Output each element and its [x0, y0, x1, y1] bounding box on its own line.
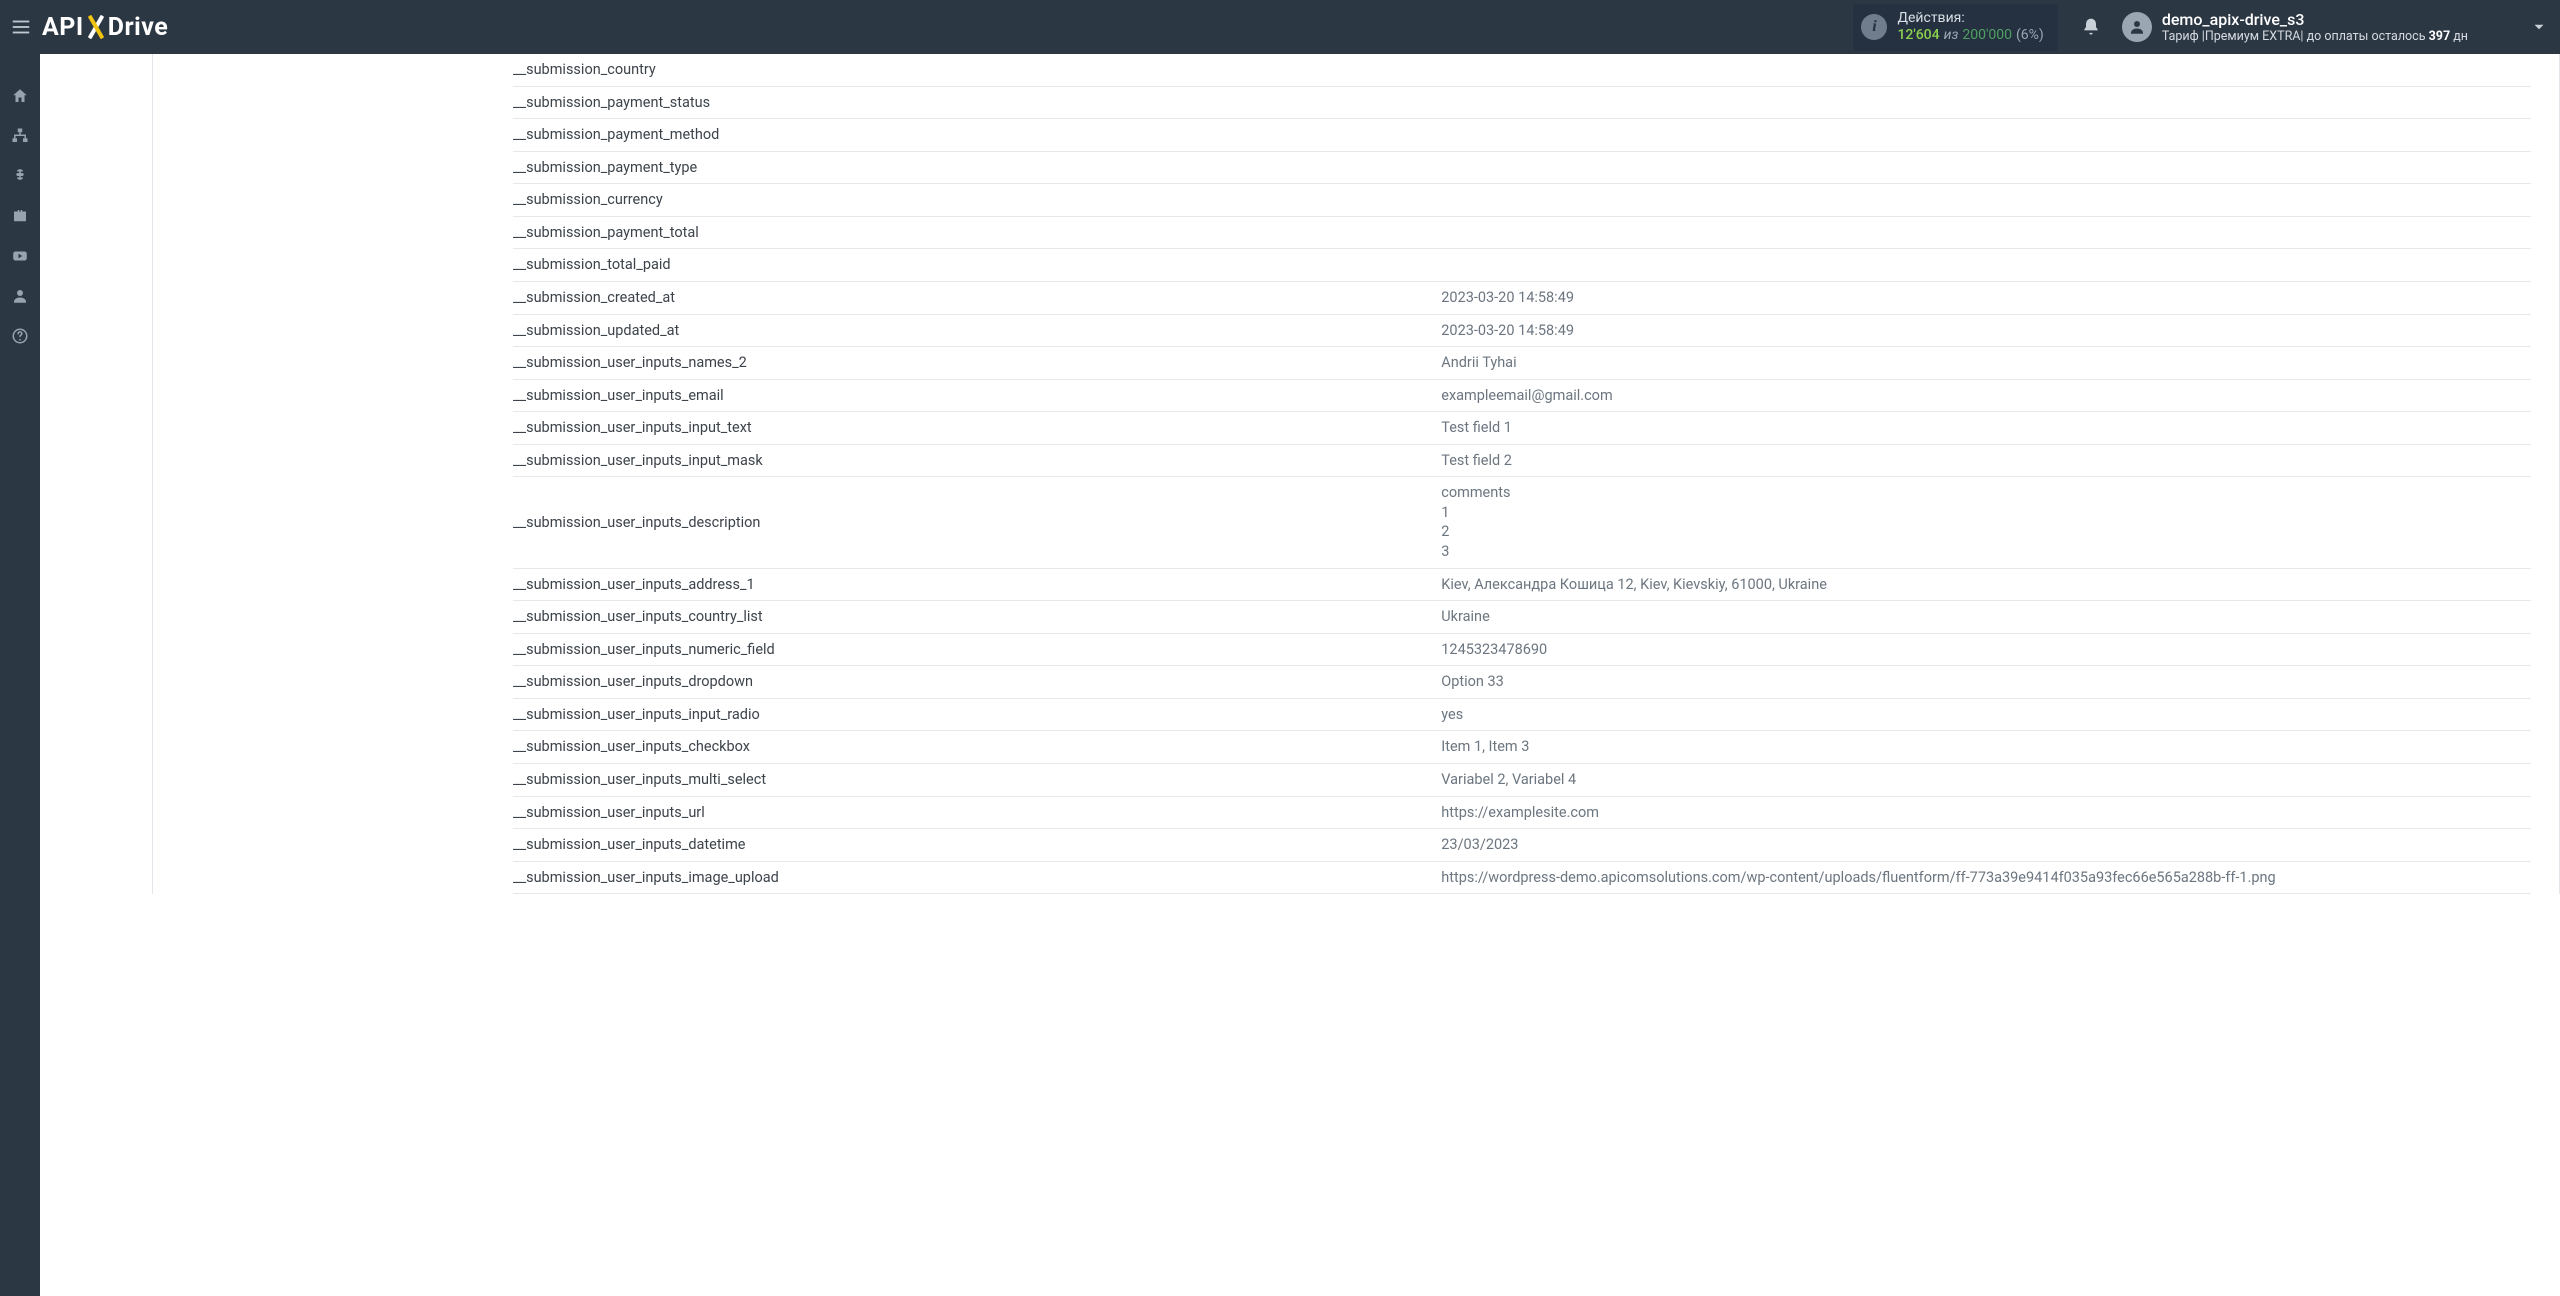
field-key: __submission_user_inputs_description: [513, 477, 1441, 568]
field-key: __submission_user_inputs_input_radio: [513, 698, 1441, 731]
field-value: 2023-03-20 14:58:49: [1441, 281, 2531, 314]
sidebar-help-icon[interactable]: [0, 316, 40, 356]
info-icon: i: [1861, 14, 1887, 40]
field-key: __submission_user_inputs_checkbox: [513, 731, 1441, 764]
field-value: exampleemail@gmail.com: [1441, 379, 2531, 412]
field-row: __submission_user_inputs_names_2Andrii T…: [513, 347, 2531, 380]
field-value: 2023-03-20 14:58:49: [1441, 314, 2531, 347]
field-key: __submission_user_inputs_address_1: [513, 568, 1441, 601]
field-key: __submission_updated_at: [513, 314, 1441, 347]
topbar: APIDrive i Действия: 12'604 из 200'000 (…: [0, 0, 2560, 54]
sidebar-video-icon[interactable]: [0, 236, 40, 276]
field-row: __submission_user_inputs_urlhttps://exam…: [513, 796, 2531, 829]
field-value: [1441, 86, 2531, 119]
field-value: [1441, 216, 2531, 249]
sidebar-account-icon[interactable]: [0, 276, 40, 316]
field-row: __submission_user_inputs_image_uploadhtt…: [513, 861, 2531, 894]
field-row: __submission_user_inputs_address_1Kiev, …: [513, 568, 2531, 601]
actions-percent: (6%): [2016, 27, 2044, 45]
actions-counter[interactable]: i Действия: 12'604 из 200'000 (6%): [1853, 4, 2057, 51]
field-value: Item 1, Item 3: [1441, 731, 2531, 764]
field-row: __submission_user_inputs_descriptioncomm…: [513, 477, 2531, 568]
field-key: __submission_user_inputs_numeric_field: [513, 633, 1441, 666]
field-key: __submission_payment_method: [513, 119, 1441, 152]
field-key: __submission_user_inputs_input_mask: [513, 444, 1441, 477]
field-key: __submission_user_inputs_names_2: [513, 347, 1441, 380]
field-value: Option 33: [1441, 666, 2531, 699]
logo-x-icon: [86, 14, 106, 40]
sidebar-briefcase-icon[interactable]: [0, 196, 40, 236]
field-row: __submission_payment_status: [513, 86, 2531, 119]
menu-button[interactable]: [6, 12, 36, 42]
chevron-down-icon: [2528, 16, 2550, 38]
field-key: __submission_created_at: [513, 281, 1441, 314]
field-key: __submission_user_inputs_country_list: [513, 601, 1441, 634]
field-key: __submission_user_inputs_multi_select: [513, 763, 1441, 796]
actions-count: 12'604: [1897, 27, 1939, 45]
field-value: 23/03/2023: [1441, 829, 2531, 862]
field-key: __submission_user_inputs_url: [513, 796, 1441, 829]
field-key: __submission_country: [513, 54, 1441, 86]
field-key: __submission_user_inputs_email: [513, 379, 1441, 412]
field-value: Ukraine: [1441, 601, 2531, 634]
field-value: Kiev, Александра Кошица 12, Kiev, Kievsk…: [1441, 568, 2531, 601]
sidebar-billing-icon[interactable]: [0, 156, 40, 196]
field-row: __submission_user_inputs_emailexampleema…: [513, 379, 2531, 412]
notifications-button[interactable]: [2074, 10, 2108, 44]
field-value: Variabel 2, Variabel 4: [1441, 763, 2531, 796]
field-row: __submission_user_inputs_input_textTest …: [513, 412, 2531, 445]
field-value: [1441, 54, 2531, 86]
field-row: __submission_user_inputs_dropdownOption …: [513, 666, 2531, 699]
field-row: __submission_user_inputs_input_maskTest …: [513, 444, 2531, 477]
field-row: __submission_user_inputs_datetime23/03/2…: [513, 829, 2531, 862]
field-row: __submission_user_inputs_country_listUkr…: [513, 601, 2531, 634]
field-key: __submission_user_inputs_dropdown: [513, 666, 1441, 699]
field-key: __submission_user_inputs_datetime: [513, 829, 1441, 862]
field-value: 1245323478690: [1441, 633, 2531, 666]
field-key: __submission_payment_total: [513, 216, 1441, 249]
field-row: __submission_user_inputs_input_radioyes: [513, 698, 2531, 731]
field-key: __submission_user_inputs_image_upload: [513, 861, 1441, 894]
field-row: __submission_user_inputs_multi_selectVar…: [513, 763, 2531, 796]
field-row: __submission_payment_type: [513, 151, 2531, 184]
field-key: __submission_currency: [513, 184, 1441, 217]
field-value: https://wordpress-demo.apicomsolutions.c…: [1441, 861, 2531, 894]
field-key: __submission_total_paid: [513, 249, 1441, 282]
field-value: Test field 2: [1441, 444, 2531, 477]
field-row: __submission_country: [513, 54, 2531, 86]
avatar-icon: [2122, 12, 2152, 42]
field-row: __submission_user_inputs_checkboxItem 1,…: [513, 731, 2531, 764]
sidebar-connections-icon[interactable]: [0, 116, 40, 156]
field-row: __submission_payment_method: [513, 119, 2531, 152]
submission-fields-table: __submission_country__submission_payment…: [513, 54, 2531, 894]
field-value: Test field 1: [1441, 412, 2531, 445]
field-value: yes: [1441, 698, 2531, 731]
logo[interactable]: APIDrive: [42, 13, 168, 42]
field-row: __submission_payment_total: [513, 216, 2531, 249]
field-row: __submission_user_inputs_numeric_field12…: [513, 633, 2531, 666]
field-value: comments 1 2 3: [1441, 477, 2531, 568]
field-value: [1441, 151, 2531, 184]
sidebar-home-icon[interactable]: [0, 76, 40, 116]
user-name: demo_apix-drive_s3: [2162, 10, 2468, 29]
field-row: __submission_currency: [513, 184, 2531, 217]
sidebar: [0, 54, 40, 1296]
actions-limit: 200'000: [1962, 27, 2012, 45]
field-value: Andrii Tyhai: [1441, 347, 2531, 380]
actions-label: Действия:: [1897, 10, 2043, 28]
main-content: __submission_country__submission_payment…: [40, 54, 2560, 1296]
field-key: __submission_payment_type: [513, 151, 1441, 184]
field-value: https://examplesite.com: [1441, 796, 2531, 829]
user-plan: Тариф |Премиум EXTRA| до оплаты осталось…: [2162, 29, 2468, 44]
field-value: [1441, 184, 2531, 217]
field-value: [1441, 249, 2531, 282]
actions-separator: из: [1944, 27, 1959, 45]
user-menu[interactable]: demo_apix-drive_s3 Тариф |Премиум EXTRA|…: [2122, 10, 2550, 44]
field-row: __submission_created_at2023-03-20 14:58:…: [513, 281, 2531, 314]
field-row: __submission_updated_at2023-03-20 14:58:…: [513, 314, 2531, 347]
field-key: __submission_user_inputs_input_text: [513, 412, 1441, 445]
field-row: __submission_total_paid: [513, 249, 2531, 282]
field-value: [1441, 119, 2531, 152]
field-key: __submission_payment_status: [513, 86, 1441, 119]
